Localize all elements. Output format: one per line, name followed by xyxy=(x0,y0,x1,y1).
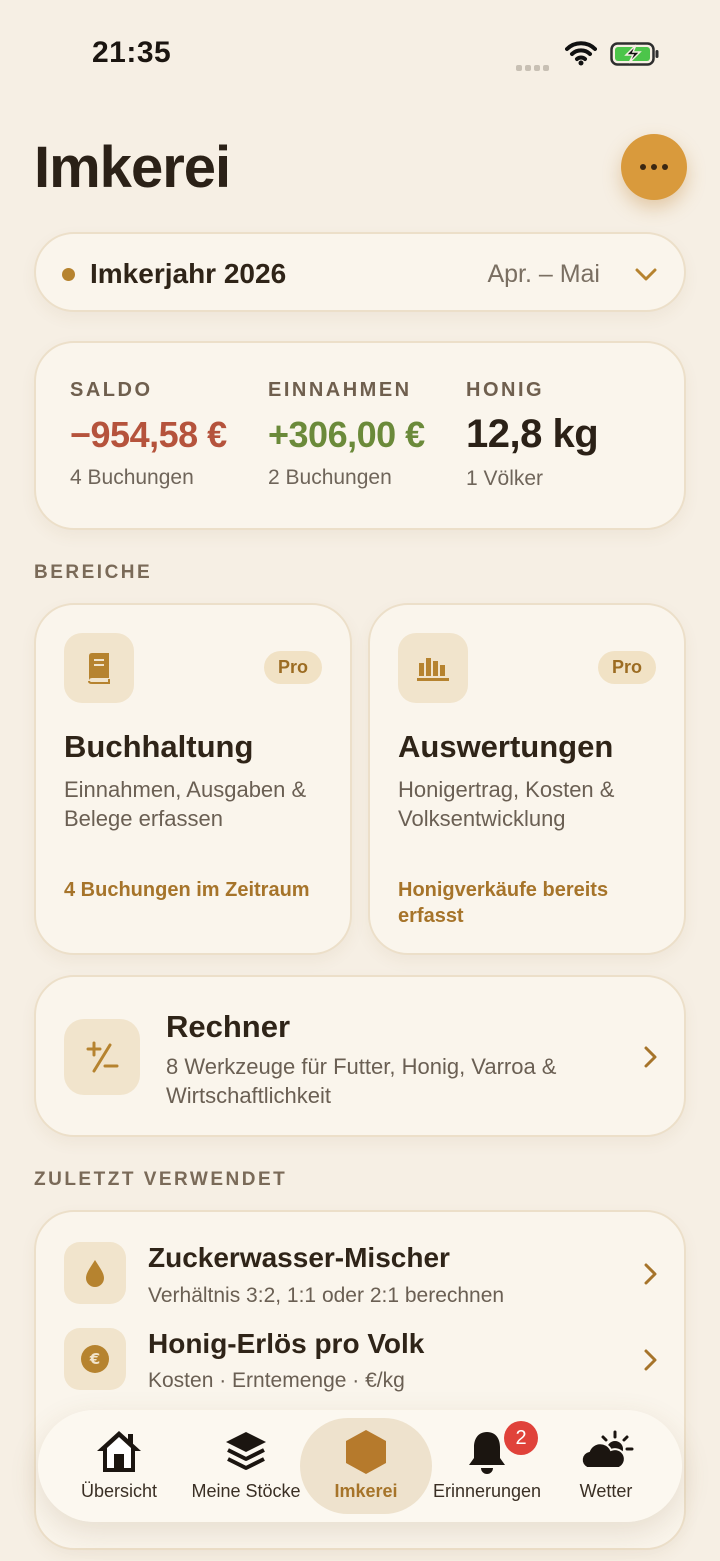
tab-imkerei[interactable]: Imkerei xyxy=(300,1410,432,1522)
stat-label: HONIG xyxy=(466,379,545,401)
year-range: Apr. – Mai xyxy=(487,260,600,288)
list-item-title: Honig-Erlös pro Volk xyxy=(148,1328,425,1359)
tab-label: Übersicht xyxy=(80,1481,158,1501)
tile-title: Buchhaltung xyxy=(64,729,254,764)
chevron-right-icon xyxy=(644,1349,657,1371)
plus-minus-icon xyxy=(64,1019,140,1095)
year-label: Imkerjahr 2026 xyxy=(90,258,287,289)
tab-uebersicht[interactable]: Übersicht xyxy=(68,1410,170,1522)
tab-label: Wetter xyxy=(579,1481,633,1501)
more-dot-icon xyxy=(662,164,668,170)
tile-desc: Einnahmen, Ausgaben & Belege erfassen xyxy=(64,777,307,831)
bar-chart-icon xyxy=(398,633,468,703)
status-time: 21:35 xyxy=(92,36,172,69)
wifi-icon xyxy=(565,41,597,66)
stats-card: SALDO −954,58 € 4 Buchungen EINNAHMEN +3… xyxy=(34,341,686,530)
tile-auswertungen[interactable]: Pro Auswertungen Honigertrag, Kosten & V… xyxy=(368,603,686,955)
list-item-sub: Verhältnis 3:2, 1:1 oder 2:1 berechnen xyxy=(148,1284,505,1307)
stat-label: SALDO xyxy=(70,379,153,401)
year-dot-icon xyxy=(62,268,75,281)
bell-icon xyxy=(469,1432,505,1474)
layers-icon xyxy=(226,1432,266,1470)
stat-sub: 4 Buchungen xyxy=(70,466,194,489)
pro-badge: Pro xyxy=(597,651,656,684)
more-dot-icon xyxy=(651,164,657,170)
tile-foot: 4 Buchungen im Zeitraum xyxy=(64,879,310,901)
tile-foot: Honigverkäufe bereits erfasst xyxy=(398,879,609,927)
stat-einnahmen: EINNAHMEN +306,00 € 2 Buchungen xyxy=(268,379,425,490)
euro-coin-icon: € xyxy=(64,1328,126,1390)
stat-saldo: SALDO −954,58 € 4 Buchungen xyxy=(70,379,227,490)
tile-title: Auswertungen xyxy=(398,729,614,764)
home-icon xyxy=(97,1431,141,1472)
tab-label: Erinnerungen xyxy=(432,1481,542,1501)
rechner-title: Rechner xyxy=(166,1009,291,1044)
stat-honig: HONIG 12,8 kg 1 Völker xyxy=(466,379,599,491)
more-dot-icon xyxy=(640,164,646,170)
more-button[interactable] xyxy=(621,134,687,200)
tab-bar: Übersicht Meine Stöcke Imkerei 2 Erinner… xyxy=(38,1410,682,1522)
rechner-card[interactable]: Rechner 8 Werkzeuge für Futter, Honig, V… xyxy=(34,975,686,1137)
notification-badge: 2 xyxy=(504,1421,538,1455)
list-item-title: Zuckerwasser-Mischer xyxy=(148,1242,450,1273)
tile-desc: Honigertrag, Kosten & Volksentwicklung xyxy=(398,777,615,831)
battery-charging-icon xyxy=(610,42,659,66)
drop-icon xyxy=(64,1242,126,1304)
rechner-desc: 8 Werkzeuge für Futter, Honig, Varroa & … xyxy=(166,1054,557,1108)
svg-text:€: € xyxy=(89,1350,100,1368)
section-title-recent: ZULETZT VERWENDET xyxy=(34,1169,288,1190)
stat-value: +306,00 € xyxy=(268,414,425,455)
stat-sub: 2 Buchungen xyxy=(268,466,392,489)
hexagon-icon xyxy=(346,1430,386,1474)
chevron-right-icon xyxy=(644,1263,657,1285)
tile-buchhaltung[interactable]: Pro Buchhaltung Einnahmen, Ausgaben & Be… xyxy=(34,603,352,955)
tab-label: Meine Stöcke xyxy=(191,1481,301,1501)
book-icon xyxy=(64,633,134,703)
stat-value: −954,58 € xyxy=(70,414,227,455)
tab-erinnerungen[interactable]: 2 Erinnerungen xyxy=(426,1410,548,1522)
year-selector[interactable]: Imkerjahr 2026 Apr. – Mai xyxy=(34,232,686,312)
chevron-down-icon xyxy=(635,268,657,281)
stat-value: 12,8 kg xyxy=(466,412,599,456)
cellular-signal-icon xyxy=(516,58,552,76)
sun-cloud-icon xyxy=(580,1430,634,1469)
stat-label: EINNAHMEN xyxy=(268,379,412,401)
tab-wetter[interactable]: Wetter xyxy=(558,1410,654,1522)
list-item-sub: Kosten · Erntemenge · €/kg xyxy=(148,1369,405,1392)
pro-badge: Pro xyxy=(263,651,322,684)
status-bar: 21:35 xyxy=(0,0,720,100)
tab-meine-stoecke[interactable]: Meine Stöcke xyxy=(182,1410,310,1522)
chevron-right-icon xyxy=(644,1046,657,1068)
page-title: Imkerei xyxy=(34,135,231,200)
stat-sub: 1 Völker xyxy=(466,467,544,490)
tab-label: Imkerei xyxy=(334,1481,398,1501)
section-title-areas: BEREICHE xyxy=(34,562,153,583)
